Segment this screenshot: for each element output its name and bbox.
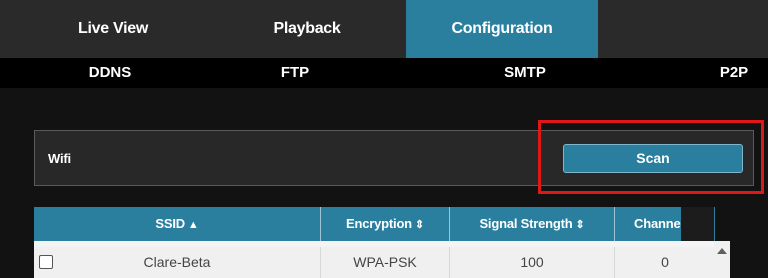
- column-label: Encryption: [346, 216, 412, 231]
- tab-playback[interactable]: Playback: [230, 0, 384, 58]
- subnav-p2p[interactable]: P2P: [700, 58, 768, 88]
- wifi-label: Wifi: [48, 151, 71, 166]
- row-select-checkbox[interactable]: [39, 255, 53, 269]
- sort-up-icon[interactable]: ▲: [188, 219, 199, 231]
- signal-strength-cell: 100: [450, 247, 615, 278]
- encryption-cell: WPA-PSK: [321, 247, 450, 278]
- table-scrollbar[interactable]: [714, 241, 730, 278]
- sort-both-icon[interactable]: ⇕: [415, 219, 424, 231]
- subnav-smtp[interactable]: SMTP: [485, 58, 565, 88]
- wifi-panel: Wifi Scan: [34, 130, 754, 186]
- tab-configuration[interactable]: Configuration: [406, 0, 598, 58]
- ssid-value: Clare-Beta: [143, 254, 211, 270]
- column-header-signal-strength[interactable]: Signal Strength ⇕: [450, 207, 615, 241]
- channel-cell: 0: [661, 254, 669, 270]
- table-header: SSID ▲ Encryption ⇕ Signal Strength ⇕ Chann…: [34, 207, 715, 241]
- scroll-up-arrow-icon[interactable]: [717, 248, 727, 254]
- column-label: SSID: [155, 216, 185, 231]
- column-label: Signal Strength: [479, 216, 573, 231]
- sort-both-icon[interactable]: ⇕: [576, 219, 585, 231]
- column-header-encryption[interactable]: Encryption ⇕: [321, 207, 450, 241]
- top-navigation: Live View Playback Configuration: [0, 0, 768, 58]
- subnav-ddns[interactable]: DDNS: [70, 58, 150, 88]
- table-header-scroll-corner: [681, 207, 714, 241]
- scan-button[interactable]: Scan: [563, 144, 743, 173]
- column-header-ssid[interactable]: SSID ▲: [34, 207, 321, 241]
- wifi-network-table: SSID ▲ Encryption ⇕ Signal Strength ⇕ Chann…: [34, 207, 715, 278]
- table-row[interactable]: Clare-Beta WPA-PSK 100 0: [34, 247, 715, 278]
- config-sub-navigation: DDNS FTP SMTP P2P: [0, 58, 768, 88]
- column-label: Channel: [634, 216, 684, 231]
- subnav-ftp[interactable]: FTP: [255, 58, 335, 88]
- tab-live-view[interactable]: Live View: [38, 0, 188, 58]
- ssid-cell: Clare-Beta: [34, 247, 321, 278]
